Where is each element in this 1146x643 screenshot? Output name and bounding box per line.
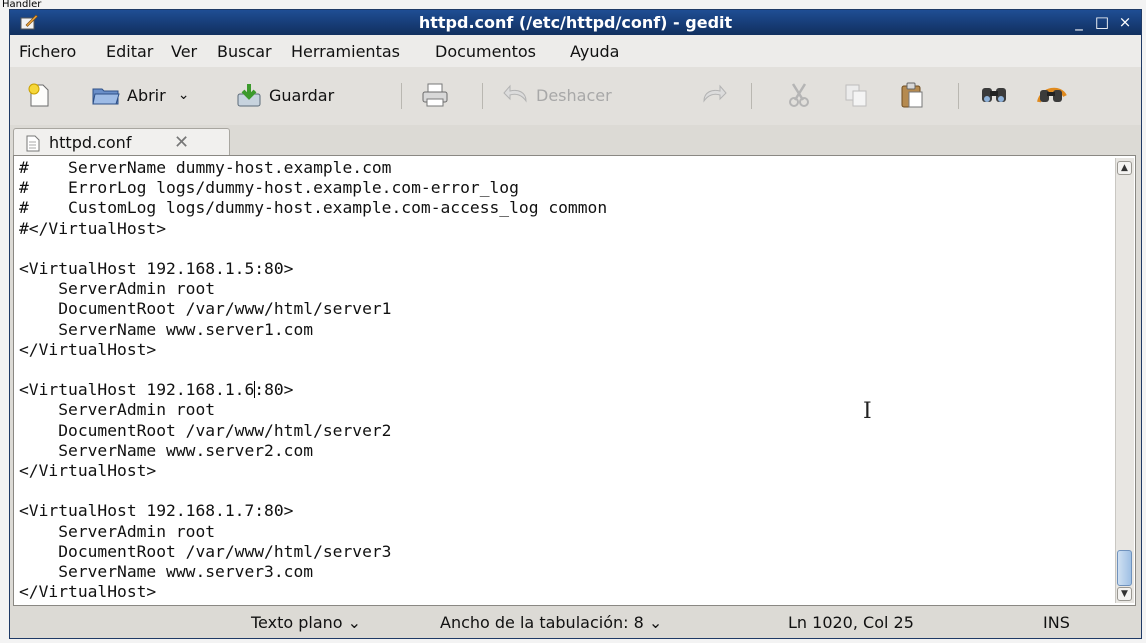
title-bar[interactable]: httpd.conf (/etc/httpd/conf) - gedit _ □… [10, 10, 1141, 35]
text-caret [253, 381, 255, 399]
undo-icon [503, 84, 527, 103]
code-line[interactable]: DocumentRoot /var/www/html/server2 [19, 421, 391, 440]
syntax-language-selector[interactable]: Texto plano ⌄ [251, 613, 361, 632]
tab-label: httpd.conf [49, 133, 132, 152]
code-line[interactable]: ServerAdmin root [19, 279, 215, 298]
open-label: Abrir [127, 85, 166, 105]
redo-icon [703, 84, 727, 103]
menu-editar[interactable]: Editar [106, 42, 153, 61]
toolbar: Abrir ⌄ Guardar Deshacer [10, 67, 1141, 126]
code-line[interactable]: </VirtualHost> [19, 340, 156, 359]
copy-button[interactable] [843, 80, 869, 110]
scrollbar-thumb[interactable] [1117, 550, 1132, 586]
save-label: Guardar [269, 85, 335, 105]
print-button[interactable] [420, 80, 450, 110]
close-tab-icon[interactable]: ✕ [174, 132, 189, 153]
save-button[interactable]: Guardar [235, 80, 334, 110]
code-line[interactable]: # CustomLog logs/dummy-host.example.com-… [19, 198, 607, 217]
paste-icon [901, 82, 923, 108]
toolbar-separator [751, 83, 752, 109]
tab-httpd-conf[interactable]: httpd.conf ✕ [13, 128, 230, 156]
code-line[interactable]: DocumentRoot /var/www/html/server1 [19, 299, 391, 318]
scroll-up-button[interactable]: ▲ [1117, 161, 1132, 175]
code-line[interactable]: </VirtualHost> [19, 461, 156, 480]
gedit-window: httpd.conf (/etc/httpd/conf) - gedit _ □… [9, 9, 1142, 639]
menu-ver[interactable]: Ver [171, 42, 197, 61]
menu-buscar[interactable]: Buscar [217, 42, 272, 61]
new-document-icon [28, 83, 49, 107]
redo-button[interactable] [700, 80, 728, 110]
code-line[interactable]: </VirtualHost> [19, 582, 156, 601]
tab-width-selector[interactable]: Ancho de la tabulación: 8 ⌄ [440, 613, 662, 632]
code-line[interactable]: ServerAdmin root [19, 522, 215, 541]
menu-ayuda[interactable]: Ayuda [570, 42, 619, 61]
code-line[interactable]: <VirtualHost 192.168.1.5:80> [19, 259, 293, 278]
cursor-position: Ln 1020, Col 25 [788, 613, 914, 632]
editor[interactable]: # ServerName dummy-host.example.com # Er… [13, 155, 1136, 606]
find-replace-button[interactable] [1036, 80, 1068, 110]
print-icon [422, 83, 448, 107]
toolbar-separator [482, 83, 483, 109]
vertical-scrollbar[interactable]: ▲ ▼ [1115, 158, 1134, 603]
save-icon [237, 84, 261, 107]
code-line[interactable]: ServerName www.server1.com [19, 320, 313, 339]
code-line[interactable]: # ErrorLog logs/dummy-host.example.com-e… [19, 178, 519, 197]
copy-icon [845, 84, 867, 107]
code-line[interactable]: # ServerName dummy-host.example.com [19, 158, 391, 177]
insert-mode-indicator: INS [1043, 613, 1070, 632]
find-button[interactable] [979, 80, 1009, 110]
cut-icon [789, 83, 809, 107]
mouse-ibeam-cursor: I [863, 399, 872, 424]
code-line[interactable]: ServerName www.server3.com [19, 562, 313, 581]
code-line[interactable]: #</VirtualHost> [19, 219, 166, 238]
open-recent-dropdown[interactable]: ⌄ [178, 87, 190, 103]
toolbar-separator [401, 83, 402, 109]
find-icon [982, 88, 1006, 102]
code-line[interactable]: DocumentRoot /var/www/html/server3 [19, 542, 391, 561]
text-document-icon [26, 135, 40, 152]
maximize-button[interactable]: □ [1091, 12, 1113, 33]
menu-documentos[interactable]: Documentos [435, 42, 536, 61]
document-tabs: httpd.conf ✕ [10, 125, 1141, 156]
window-title: httpd.conf (/etc/httpd/conf) - gedit [418, 13, 733, 32]
open-folder-icon [92, 88, 120, 105]
text-view[interactable]: # ServerName dummy-host.example.com # Er… [19, 158, 607, 602]
code-line[interactable]: <VirtualHost 192.168.1.7:80> [19, 501, 293, 520]
menu-bar: Fichero Editar Ver Buscar Herramientas D… [10, 35, 1141, 68]
paste-button[interactable] [899, 80, 925, 110]
menu-herramientas[interactable]: Herramientas [291, 42, 400, 61]
scroll-down-button[interactable]: ▼ [1117, 587, 1132, 601]
find-replace-icon [1037, 87, 1067, 103]
menu-fichero[interactable]: Fichero [19, 42, 76, 61]
undo-button[interactable]: Deshacer [502, 80, 612, 110]
code-line[interactable]: ServerAdmin root [19, 400, 215, 419]
new-button[interactable] [26, 80, 52, 110]
status-bar: Texto plano ⌄ Ancho de la tabulación: 8 … [10, 606, 1141, 638]
open-button[interactable]: Abrir ⌄ [91, 80, 189, 110]
toolbar-separator [958, 83, 959, 109]
close-window-button[interactable]: × [1114, 12, 1136, 33]
cut-button[interactable] [786, 80, 812, 110]
code-line[interactable]: ServerName www.server2.com [19, 441, 313, 460]
undo-label: Deshacer [536, 85, 612, 105]
code-line[interactable]: <VirtualHost 192.168.1.6:80> [19, 380, 293, 399]
minimize-button[interactable]: _ [1068, 12, 1090, 33]
